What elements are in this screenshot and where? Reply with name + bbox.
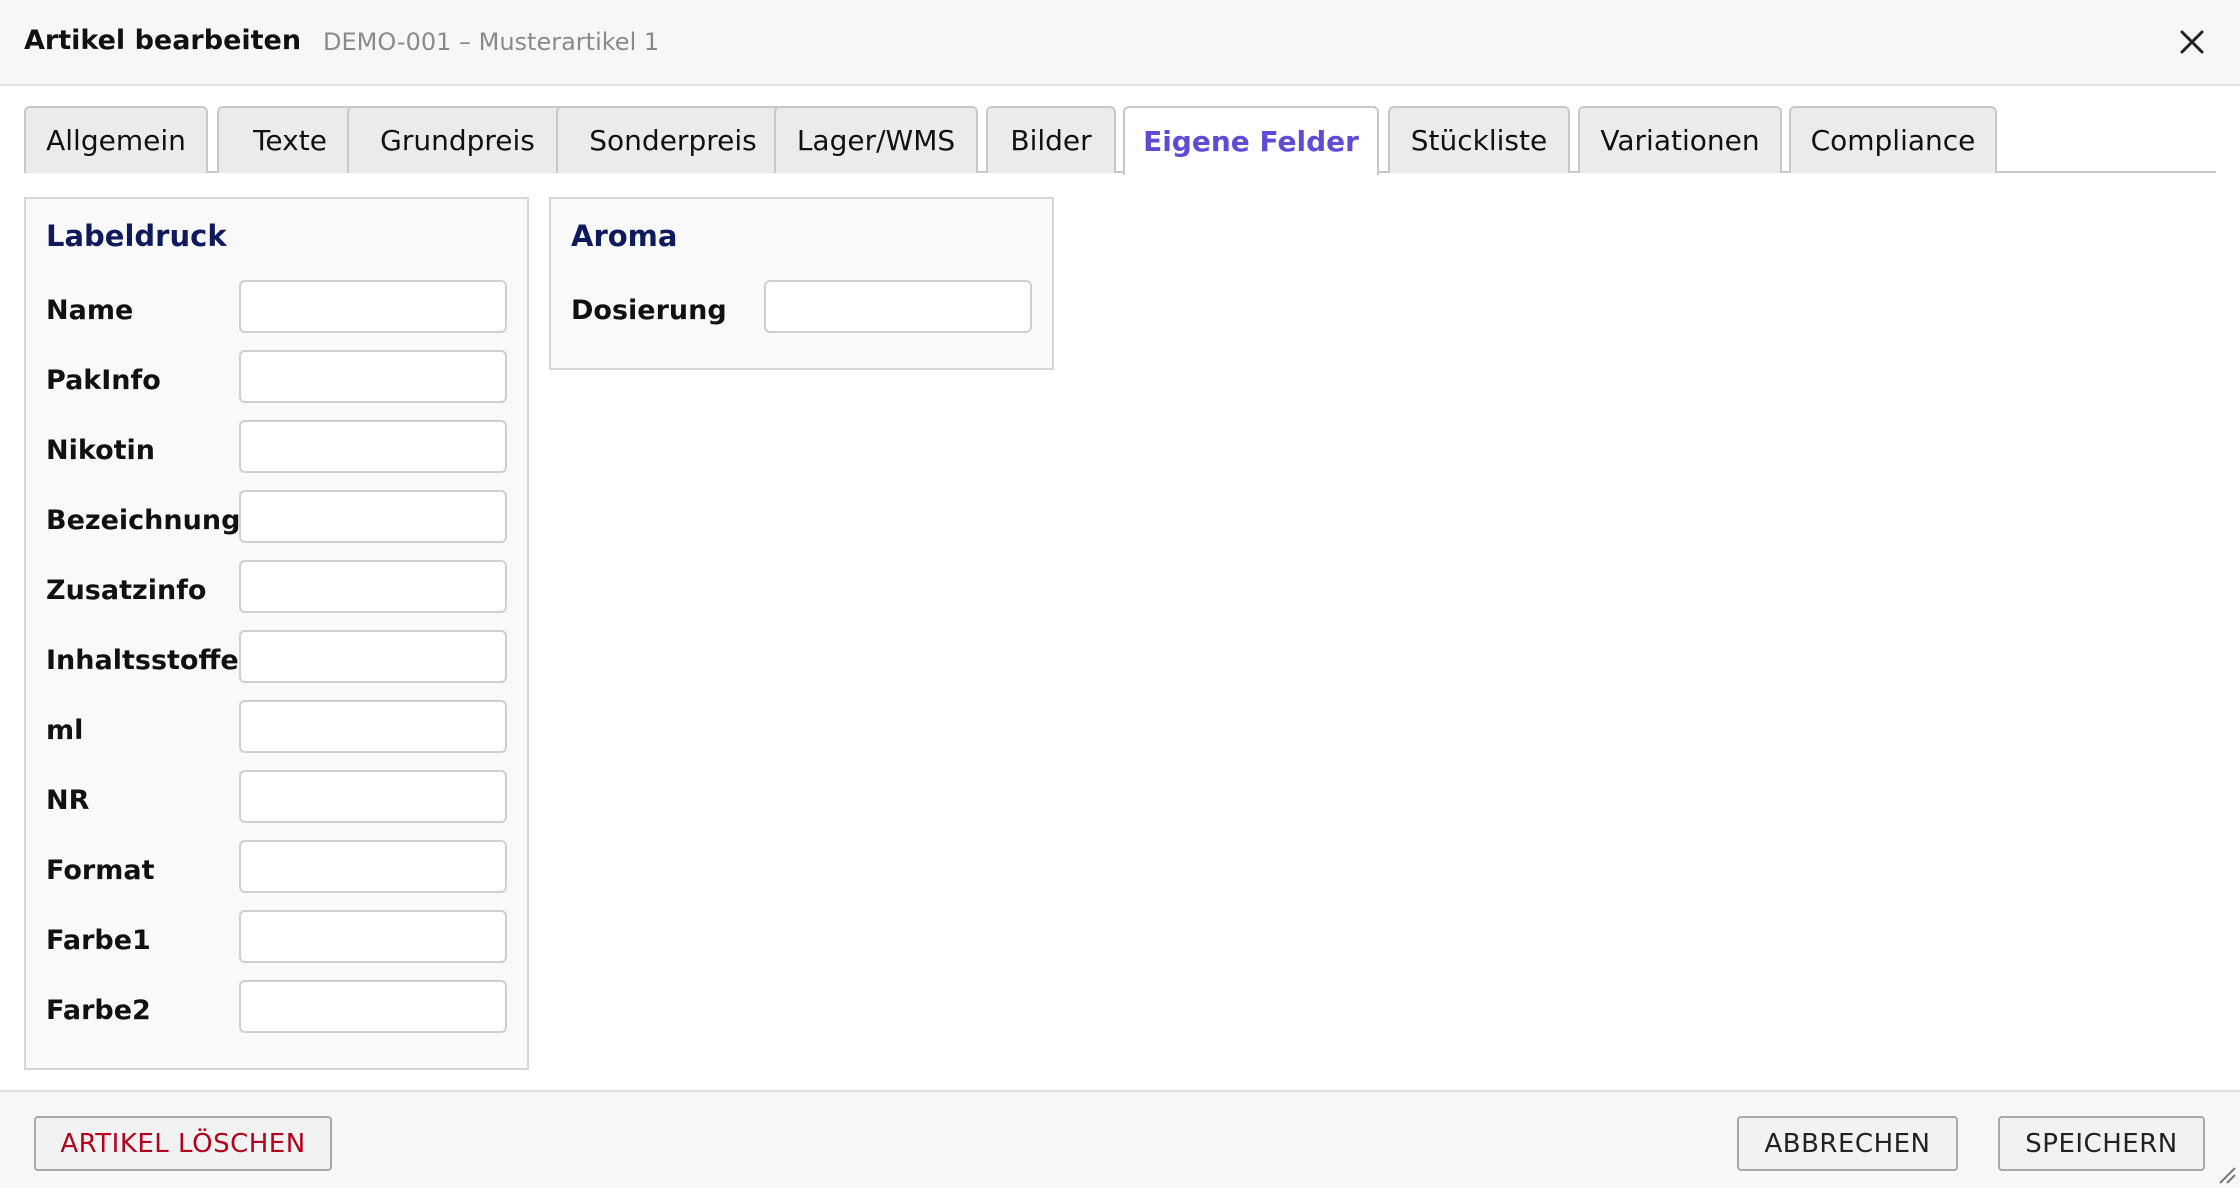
field-label-dosierung: Dosierung (571, 295, 727, 326)
tab-texte[interactable]: Texte (217, 106, 363, 173)
name-input[interactable] (239, 280, 507, 333)
aroma-fieldset: Aroma Dosierung (549, 197, 1054, 370)
tab-eigene-felder[interactable]: Eigene Felder (1123, 106, 1379, 175)
dosierung-input[interactable] (764, 280, 1032, 333)
inhaltsstoffe-input[interactable] (239, 630, 507, 683)
tab-variationen[interactable]: Variationen (1578, 106, 1782, 173)
field-label-zusatzinfo: Zusatzinfo (46, 575, 207, 606)
nr-input[interactable] (239, 770, 507, 823)
resize-grip-icon[interactable] (2216, 1164, 2236, 1184)
tab-allgemein[interactable]: Allgemein (24, 106, 208, 173)
farbe1-input[interactable] (239, 910, 507, 963)
field-label-name: Name (46, 295, 134, 326)
field-label-bezeichnung: Bezeichnung (46, 505, 241, 536)
zusatzinfo-input[interactable] (239, 560, 507, 613)
edit-article-dialog: Artikel bearbeiten DEMO-001 – Musterarti… (0, 0, 2240, 1188)
tab-bilder[interactable]: Bilder (986, 106, 1116, 173)
field-label-nikotin: Nikotin (46, 435, 156, 466)
field-label-farbe1: Farbe1 (46, 925, 151, 956)
delete-article-button[interactable]: ARTIKEL LÖSCHEN (34, 1116, 332, 1171)
tab-sonderpreis[interactable]: Sonderpreis (556, 106, 790, 173)
format-input[interactable] (239, 840, 507, 893)
farbe2-input[interactable] (239, 980, 507, 1033)
tab-stueckliste[interactable]: Stückliste (1388, 106, 1570, 173)
ml-input[interactable] (239, 700, 507, 753)
field-label-pakinfo: PakInfo (46, 365, 161, 396)
tab-compliance[interactable]: Compliance (1789, 106, 1997, 173)
nikotin-input[interactable] (239, 420, 507, 473)
dialog-footer: ARTIKEL LÖSCHEN ABBRECHEN SPEICHERN (0, 1090, 2240, 1188)
dialog-titlebar: Artikel bearbeiten DEMO-001 – Musterarti… (0, 0, 2240, 86)
tab-lager-wms[interactable]: Lager/WMS (774, 106, 978, 173)
field-label-nr: NR (46, 785, 90, 816)
field-label-format: Format (46, 855, 155, 886)
field-label-farbe2: Farbe2 (46, 995, 151, 1026)
cancel-button[interactable]: ABBRECHEN (1737, 1116, 1958, 1171)
dialog-title: Artikel bearbeiten (24, 25, 302, 56)
field-label-inhaltsstoffe: Inhaltsstoffe (46, 645, 239, 676)
field-label-ml: ml (46, 715, 84, 746)
aroma-legend: Aroma (571, 219, 678, 253)
dialog-subtitle: DEMO-001 – Musterartikel 1 (323, 28, 660, 56)
tab-grundpreis[interactable]: Grundpreis (347, 106, 568, 173)
labeldruck-fieldset: Labeldruck Name PakInfo Nikotin Bezeichn… (24, 197, 529, 1070)
labeldruck-legend: Labeldruck (46, 219, 227, 253)
close-icon (2180, 30, 2204, 54)
save-button[interactable]: SPEICHERN (1998, 1116, 2205, 1171)
tab-bar: Allgemein Texte Grundpreis Sonderpreis L… (24, 106, 2216, 175)
bezeichnung-input[interactable] (239, 490, 507, 543)
pakinfo-input[interactable] (239, 350, 507, 403)
close-button[interactable] (2172, 22, 2212, 62)
